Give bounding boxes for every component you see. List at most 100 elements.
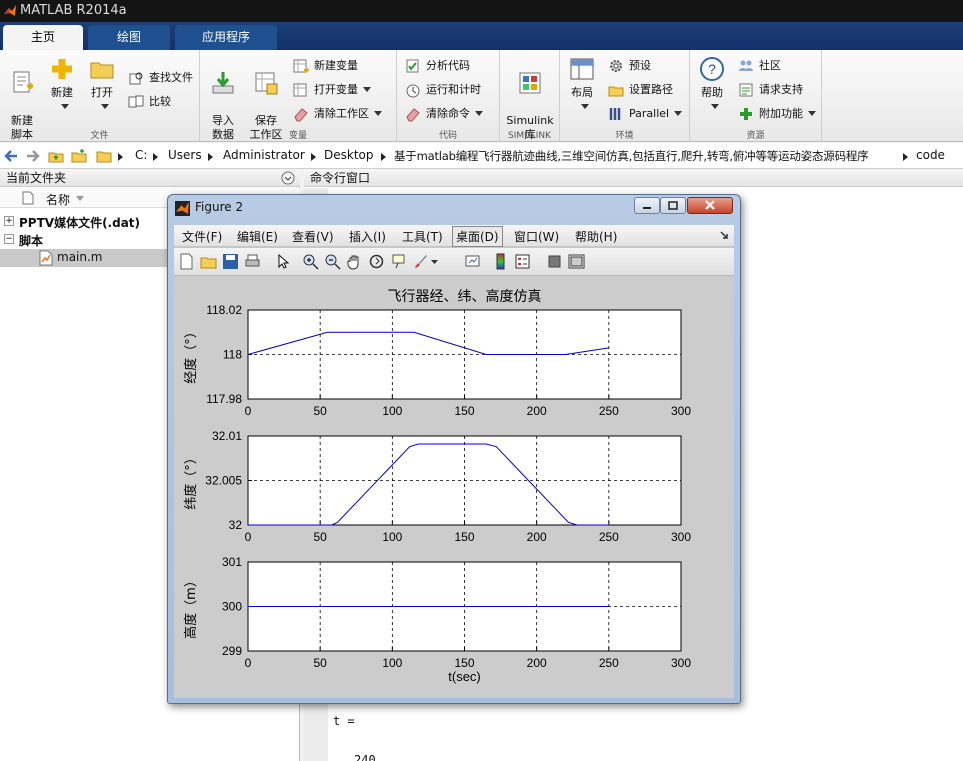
open-variable-icon [293, 83, 307, 97]
add-ons-button[interactable]: 附加功能 [738, 104, 816, 124]
expand-plus-icon[interactable]: + [4, 216, 14, 226]
panel-menu-icon[interactable] [281, 171, 295, 185]
simulink-library-button[interactable]: Simulink 库 [504, 56, 556, 142]
hide-plot-tools-icon[interactable] [546, 253, 563, 270]
set-path-button[interactable]: 设置路径 [608, 80, 673, 100]
clear-commands-button[interactable]: 清除命令 [405, 104, 483, 124]
rotate-3d-icon[interactable] [368, 253, 385, 270]
import-data-icon [212, 72, 234, 94]
forward-arrow-icon[interactable] [25, 148, 41, 164]
breadcrumb-users[interactable]: Users [168, 148, 202, 162]
open-variable-button[interactable]: 打开变量 [293, 80, 371, 100]
x-tick-label: 200 [527, 404, 547, 418]
breadcrumb-desktop[interactable]: Desktop [324, 148, 374, 162]
x-tick-label: 200 [527, 530, 547, 544]
close-icon [705, 200, 715, 210]
parallel-icon [609, 108, 621, 120]
zoom-in-icon[interactable] [302, 253, 319, 270]
up-folder-icon[interactable] [48, 148, 64, 164]
breadcrumb-code[interactable]: code [916, 148, 945, 162]
preferences-button[interactable]: 预设 [608, 56, 651, 76]
menu-tools[interactable]: 工具(T) [402, 228, 443, 245]
menu-help[interactable]: 帮助(H) [575, 228, 617, 245]
name-column-header[interactable]: 名称 [46, 191, 70, 208]
ribbon-tabbar: 主页 绘图 应用程序 [0, 22, 963, 50]
menu-desktop[interactable]: 桌面(D) [452, 226, 503, 247]
resources-group-label: 资源 [746, 131, 765, 141]
browse-folder-icon[interactable] [71, 148, 87, 164]
tab-apps[interactable]: 应用程序 [175, 25, 277, 50]
matlab-logo-icon [4, 5, 16, 16]
minimize-button[interactable] [634, 197, 660, 214]
brush-icon[interactable] [412, 253, 429, 270]
parallel-button[interactable]: Parallel [608, 104, 683, 124]
open-label: 打开 [91, 86, 113, 99]
back-arrow-icon[interactable] [3, 148, 19, 164]
menu-window[interactable]: 窗口(W) [514, 228, 559, 245]
find-files-label: 查找文件 [149, 71, 193, 84]
parallel-caret-icon [674, 111, 683, 116]
pan-hand-icon[interactable] [346, 253, 363, 270]
layout-button[interactable]: 布局 [564, 56, 600, 114]
clear-workspace-button[interactable]: 清除工作区 [293, 104, 382, 124]
data-cursor-icon[interactable] [390, 253, 407, 270]
community-label: 社区 [759, 59, 781, 72]
plot-area: 0 50 100 150 200 250 300 117.98 118 118.02 飞行器经、纬、… [183, 288, 691, 684]
current-folder-title: 当前文件夹 [6, 171, 67, 185]
variable-group-label: 变量 [288, 131, 307, 141]
command-output-line: t = [333, 714, 355, 728]
menu-file[interactable]: 文件(F) [182, 228, 222, 245]
collapse-minus-icon[interactable]: − [4, 234, 14, 244]
close-button[interactable] [687, 197, 733, 214]
x-tick-label: 0 [245, 530, 252, 544]
analyze-code-button[interactable]: 分析代码 [405, 56, 470, 76]
new-variable-button[interactable]: 新建变量 [293, 56, 358, 76]
show-plot-tools-icon[interactable] [568, 253, 585, 270]
new-button[interactable]: 新建 [44, 56, 80, 114]
open-variable-caret-icon [363, 87, 371, 92]
tab-plots[interactable]: 绘图 [88, 25, 170, 50]
breadcrumb-administrator[interactable]: Administrator [223, 148, 305, 162]
link-plot-icon[interactable] [464, 253, 481, 270]
new-figure-icon[interactable] [178, 253, 195, 270]
y-tick-label: 32.01 [212, 429, 242, 443]
root-folder-icon [96, 151, 112, 163]
breadcrumb-c[interactable]: C: [135, 148, 147, 162]
find-files-button[interactable]: 查找文件 [128, 68, 193, 88]
pointer-icon[interactable] [274, 253, 291, 270]
open-file-icon[interactable] [200, 253, 217, 270]
print-icon[interactable] [244, 253, 261, 270]
y-axis-label: 纬度（°） [183, 451, 199, 510]
request-support-button[interactable]: 请求支持 [738, 80, 803, 100]
breadcrumb-separator-icon [381, 153, 386, 161]
menu-view[interactable]: 查看(V) [292, 228, 334, 245]
menu-edit[interactable]: 编辑(E) [237, 228, 278, 245]
group-item-name: 脚本 [19, 234, 44, 248]
x-tick-label: 300 [671, 530, 691, 544]
tab-home[interactable]: 主页 [3, 25, 83, 50]
layout-label: 布局 [571, 86, 593, 99]
menu-dock-icon[interactable] [720, 231, 728, 239]
figure-window[interactable]: Figure 2 文件(F) 编辑(E) 查看(V) 插入(I) 工具(T) 桌… [167, 194, 741, 704]
zoom-out-icon[interactable] [324, 253, 341, 270]
colorbar-icon[interactable] [492, 253, 509, 270]
x-tick-label: 200 [527, 656, 547, 670]
layout-caret-icon [580, 104, 589, 109]
run-and-time-button[interactable]: 运行和计时 [405, 80, 481, 100]
add-ons-caret-icon [808, 111, 816, 116]
help-button[interactable]: ? 帮助 [694, 56, 730, 114]
eraser-icon [294, 108, 308, 122]
menu-insert[interactable]: 插入(I) [349, 228, 386, 245]
breadcrumb-project[interactable]: 基于matlab编程飞行器航迹曲线,三维空间仿真,包括直行,爬升,转弯,俯冲等等… [394, 148, 869, 164]
save-icon[interactable] [222, 253, 239, 270]
simulink-group-label: SIMULINK [507, 131, 552, 141]
compare-button[interactable]: 比较 [128, 92, 171, 112]
community-button[interactable]: 社区 [738, 56, 781, 76]
brush-caret-icon[interactable] [431, 260, 438, 265]
legend-icon[interactable] [514, 253, 531, 270]
open-button[interactable]: 打开 [84, 56, 120, 114]
command-window-title: 命令行窗口 [310, 171, 371, 185]
x-tick-label: 300 [671, 404, 691, 418]
maximize-button[interactable] [660, 197, 686, 214]
figure-matlab-icon [175, 201, 190, 216]
